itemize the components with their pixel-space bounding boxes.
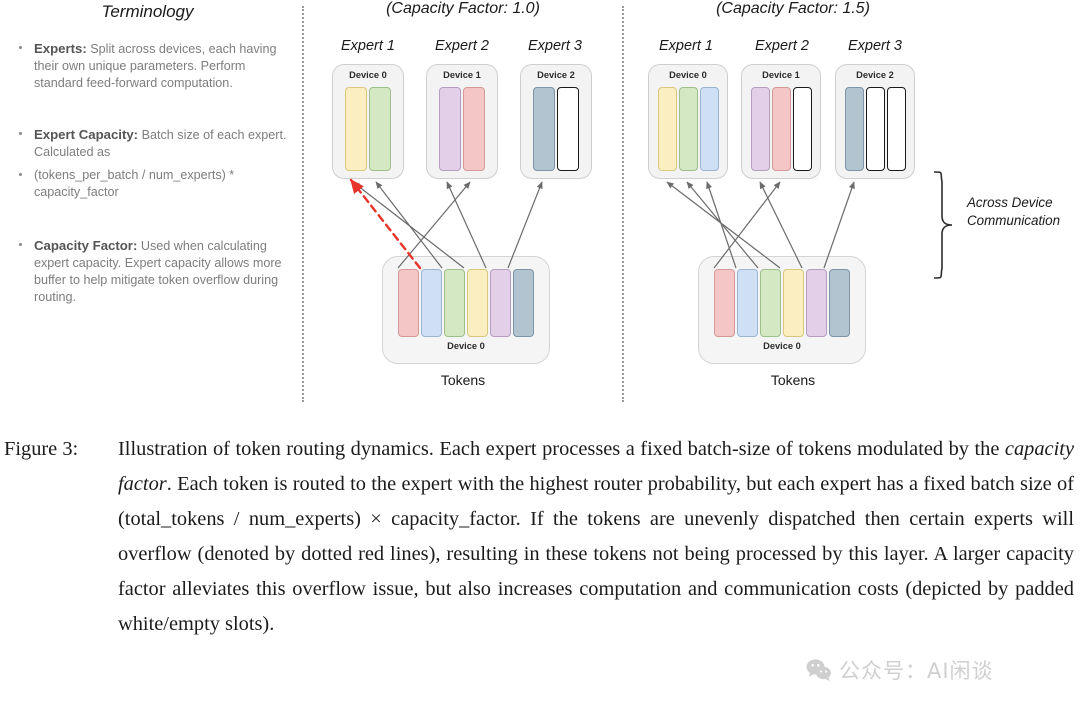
list-item: (tokens_per_batch / num_experts) * capac… [12,167,292,201]
expert-slot-empty [865,87,885,171]
device-label: Device 0 [763,341,801,351]
communication-brace-icon [933,171,953,279]
expert-slot-empty [557,87,579,171]
term-text: (tokens_per_batch / num_experts) * capac… [34,168,235,199]
capacity-factor-1-0-panel: (Capacity Factor: 1.0) Expert 1 Expert 2… [306,0,620,420]
token [737,269,758,337]
expert-1-device-box: Device 0 [332,64,404,179]
across-device-communication-label: Across Device Communication [967,195,1061,228]
expert-slot-filled [699,87,719,171]
watermark: 公众号：AI闲谈 [806,655,994,685]
expert-1-label: Expert 1 [341,38,395,54]
expert-slot-row [836,87,914,171]
expert-2-device-box: Device 1 [426,64,498,179]
expert-slot-empty [792,87,812,171]
device-label: Device 0 [669,70,707,80]
device-label: Device 1 [443,70,481,80]
token [783,269,804,337]
expert-2-label: Expert 2 [435,38,489,54]
expert-3-device-box: Device 2 [835,64,915,179]
expert-slot-empty [886,87,906,171]
bullet-icon [19,173,22,176]
expert-1-device-box: Device 0 [648,64,728,179]
watermark-text: 公众号：AI闲谈 [839,659,994,683]
panel-title: (Capacity Factor: 1.0) [386,0,540,17]
panel-title: (Capacity Factor: 1.5) [716,0,870,17]
expert-3-label: Expert 3 [528,38,582,54]
bullet-icon [19,243,22,246]
expert-slot-filled [844,87,864,171]
bullet-icon [19,46,22,49]
expert-slot-filled [463,87,485,171]
tokens-caption: Tokens [770,372,816,388]
expert-slot-filled [439,87,461,171]
device-label: Device 2 [537,70,575,80]
term-label: Experts: [34,41,87,56]
device-label: Device 2 [856,70,894,80]
caption-part-2: . Each token is routed to the expert wit… [118,473,1074,635]
expert-2-label: Expert 2 [755,38,809,54]
expert-slot-filled [533,87,555,171]
expert-slot-row [427,87,497,171]
token [444,269,465,337]
figure-caption-text: Illustration of token routing dynamics. … [118,432,1074,642]
list-item: Experts: Split across devices, each havi… [12,40,292,92]
token [829,269,850,337]
token [806,269,827,337]
token [760,269,781,337]
device-label: Device 1 [762,70,800,80]
wechat-icon [806,659,831,681]
expert-slot-filled [678,87,698,171]
caption-part-1: Illustration of token routing dynamics. … [118,438,1005,460]
panel-divider-left [302,6,304,402]
tokens-caption: Tokens [440,372,486,388]
expert-slot-filled [369,87,391,171]
expert-slot-row [521,87,591,171]
terminology-title: Terminology [101,2,194,21]
list-item: Expert Capacity: Batch size of each expe… [12,126,292,161]
bullet-icon [19,132,22,135]
panel-divider-right [622,6,624,402]
expert-slot-row [742,87,820,171]
token [513,269,534,337]
token [398,269,419,337]
device-label: Device 0 [349,70,387,80]
tokens-row [383,269,549,337]
expert-slot-filled [345,87,367,171]
terminology-list: Experts: Split across devices, each havi… [12,40,292,312]
tokens-device-box: Device 0 [382,256,550,364]
expert-slot-filled [657,87,677,171]
figure-illustration: Terminology Experts: Split across device… [0,0,1080,420]
device-label: Device 0 [447,341,485,351]
tokens-device-box: Device 0 [698,256,866,364]
expert-slot-row [649,87,727,171]
token [421,269,442,337]
terminology-panel: Terminology Experts: Split across device… [0,0,295,420]
expert-slot-filled [750,87,770,171]
expert-1-label: Expert 1 [659,38,713,54]
capacity-factor-1-5-panel: (Capacity Factor: 1.5) Expert 1 Expert 2… [626,0,960,420]
expert-2-device-box: Device 1 [741,64,821,179]
token [490,269,511,337]
expert-3-label: Expert 3 [848,38,902,54]
figure-number-label: Figure 3: [4,438,79,460]
expert-slot-row [333,87,403,171]
token [714,269,735,337]
list-item: Capacity Factor: Used when calculating e… [12,237,292,306]
expert-slot-filled [771,87,791,171]
term-label: Capacity Factor: [34,238,138,253]
token [467,269,488,337]
tokens-row [699,269,865,337]
expert-3-device-box: Device 2 [520,64,592,179]
term-label: Expert Capacity: [34,127,139,142]
